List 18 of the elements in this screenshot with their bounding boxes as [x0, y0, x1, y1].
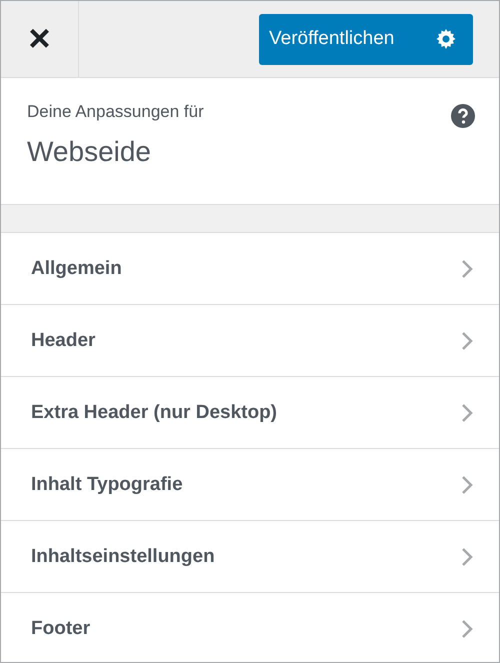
section-item[interactable]: Inhaltseinstellungen	[1, 521, 499, 593]
chevron-right-icon	[461, 258, 473, 278]
chevron-right-icon	[461, 402, 473, 422]
section-item[interactable]: Header	[1, 305, 499, 377]
panel-title: Webseide	[27, 136, 152, 168]
panel-subtitle: Deine Anpassungen für	[27, 102, 204, 122]
chevron-right-icon	[461, 546, 473, 566]
publish-button[interactable]: Veröffentlichen	[259, 14, 473, 64]
gear-icon	[436, 29, 456, 49]
section-item[interactable]: Inhalt Typografie	[1, 449, 499, 521]
chevron-right-icon	[461, 474, 473, 494]
help-icon[interactable]	[451, 104, 475, 128]
chevron-right-icon	[461, 330, 473, 350]
section-item[interactable]: Extra Header (nur Desktop)	[1, 377, 499, 449]
section-item[interactable]: Allgemein	[1, 233, 499, 305]
close-button[interactable]: ×	[1, 1, 79, 77]
section-item[interactable]: Footer	[1, 593, 499, 662]
chevron-right-icon	[461, 618, 473, 638]
